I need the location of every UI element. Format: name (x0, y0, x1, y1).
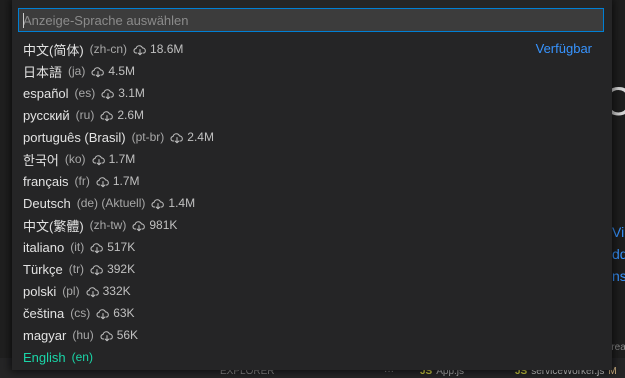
cloud-download-icon (86, 285, 100, 298)
download-size: 981K (149, 218, 178, 232)
cloud-download-icon (170, 131, 184, 144)
cloud-download-icon (91, 65, 105, 78)
language-label: 中文(简体) (23, 42, 84, 58)
language-label: English (23, 349, 66, 365)
welcome-link-fragment[interactable]: dd (612, 246, 625, 262)
available-badge: Verfügbar (535, 41, 592, 56)
language-code: (es) (74, 86, 96, 100)
language-code: (pt-br) (131, 130, 165, 144)
cloud-download-icon (96, 175, 110, 188)
download-size: 517K (107, 240, 136, 254)
language-item[interactable]: 中文(简体) (zh-cn) 18.6M Verfügbar (12, 38, 612, 60)
cloud-download-icon (96, 307, 110, 320)
language-label: polski (23, 283, 57, 299)
language-code: (de) (Aktuell) (76, 196, 146, 210)
download-size: 56K (116, 328, 139, 342)
download-size: 3.1M (118, 86, 145, 100)
language-label: čeština (23, 305, 65, 321)
download-size: 1.7M (108, 152, 136, 166)
download-size: 2.6M (117, 108, 145, 122)
language-code: (ru) (75, 108, 95, 122)
language-code: (zh-cn) (89, 42, 128, 56)
language-search-input[interactable] (19, 9, 603, 31)
download-size: 2.4M (187, 130, 214, 144)
language-code: (en) (71, 350, 93, 364)
language-code: (pl) (62, 284, 80, 298)
language-label: 中文(繁體) (23, 218, 84, 234)
cloud-download-icon (101, 87, 115, 100)
language-item[interactable]: English (en) (12, 346, 612, 368)
language-code: (fr) (74, 174, 90, 188)
language-item[interactable]: 中文(繁體) (zh-tw) 981K (12, 214, 612, 236)
cloud-download-icon (100, 329, 114, 342)
quick-pick-input-box[interactable] (18, 8, 604, 32)
language-item[interactable]: français (fr) 1.7M (12, 170, 612, 192)
cloud-download-icon (132, 219, 146, 232)
welcome-link-fragment[interactable]: Vi (612, 224, 624, 240)
language-item[interactable]: 한국어 (ko) 1.7M (12, 148, 612, 170)
language-code: (tr) (68, 262, 85, 276)
download-size: 332K (102, 284, 131, 298)
language-item[interactable]: Türkçe (tr) 392K (12, 258, 612, 280)
language-list: 中文(简体) (zh-cn) 18.6M Verfügbar 日本語 (ja) 4.5M es… (12, 38, 612, 368)
language-label: português (Brasil) (23, 129, 126, 145)
language-label: magyar (23, 327, 67, 343)
language-item[interactable]: русский (ru) 2.6M (12, 104, 612, 126)
cloud-download-icon (100, 109, 114, 122)
language-item[interactable]: 日本語 (ja) 4.5M (12, 60, 612, 82)
language-code: (ko) (64, 152, 86, 166)
language-item[interactable]: Deutsch (de) (Aktuell) 1.4M (12, 192, 612, 214)
download-size: 1.4M (168, 196, 196, 210)
language-quick-pick: 中文(简体) (zh-cn) 18.6M Verfügbar 日本語 (ja) 4.5M es… (12, 0, 612, 370)
language-code: (ja) (68, 64, 86, 78)
language-item[interactable]: magyar (hu) 56K (12, 324, 612, 346)
language-code: (zh-tw) (89, 218, 127, 232)
welcome-link-fragment[interactable]: ns (612, 268, 625, 284)
language-label: italiano (23, 239, 65, 255)
language-code: (cs) (70, 306, 91, 320)
vscode-window: C Vi dd ns EXPLORER ··· JS App.js JS servi… (0, 0, 625, 378)
language-item[interactable]: italiano (it) 517K (12, 236, 612, 258)
language-item[interactable]: español (es) 3.1M (12, 82, 612, 104)
download-size: 63K (113, 306, 135, 320)
cloud-download-icon (90, 241, 104, 254)
cloud-download-icon (92, 153, 106, 166)
language-label: Deutsch (23, 195, 71, 211)
cloud-download-icon (133, 43, 147, 56)
language-label: español (23, 85, 69, 101)
language-label: 한국어 (23, 152, 59, 168)
download-size: 392K (107, 262, 136, 276)
text-caret (23, 13, 24, 28)
download-size: 18.6M (150, 42, 184, 56)
language-label: Türkçe (23, 261, 63, 277)
cloud-download-icon (90, 263, 104, 276)
language-code: (it) (70, 240, 85, 254)
language-item[interactable]: português (Brasil) (pt-br) 2.4M (12, 126, 612, 148)
cloud-download-icon (151, 197, 165, 210)
language-label: 日本語 (23, 64, 63, 80)
language-code: (hu) (72, 328, 94, 342)
language-label: français (23, 173, 69, 189)
download-size: 4.5M (108, 64, 136, 78)
language-item[interactable]: polski (pl) 332K (12, 280, 612, 302)
language-item[interactable]: čeština (cs) 63K (12, 302, 612, 324)
language-label: русский (23, 107, 70, 123)
download-size: 1.7M (112, 174, 140, 188)
